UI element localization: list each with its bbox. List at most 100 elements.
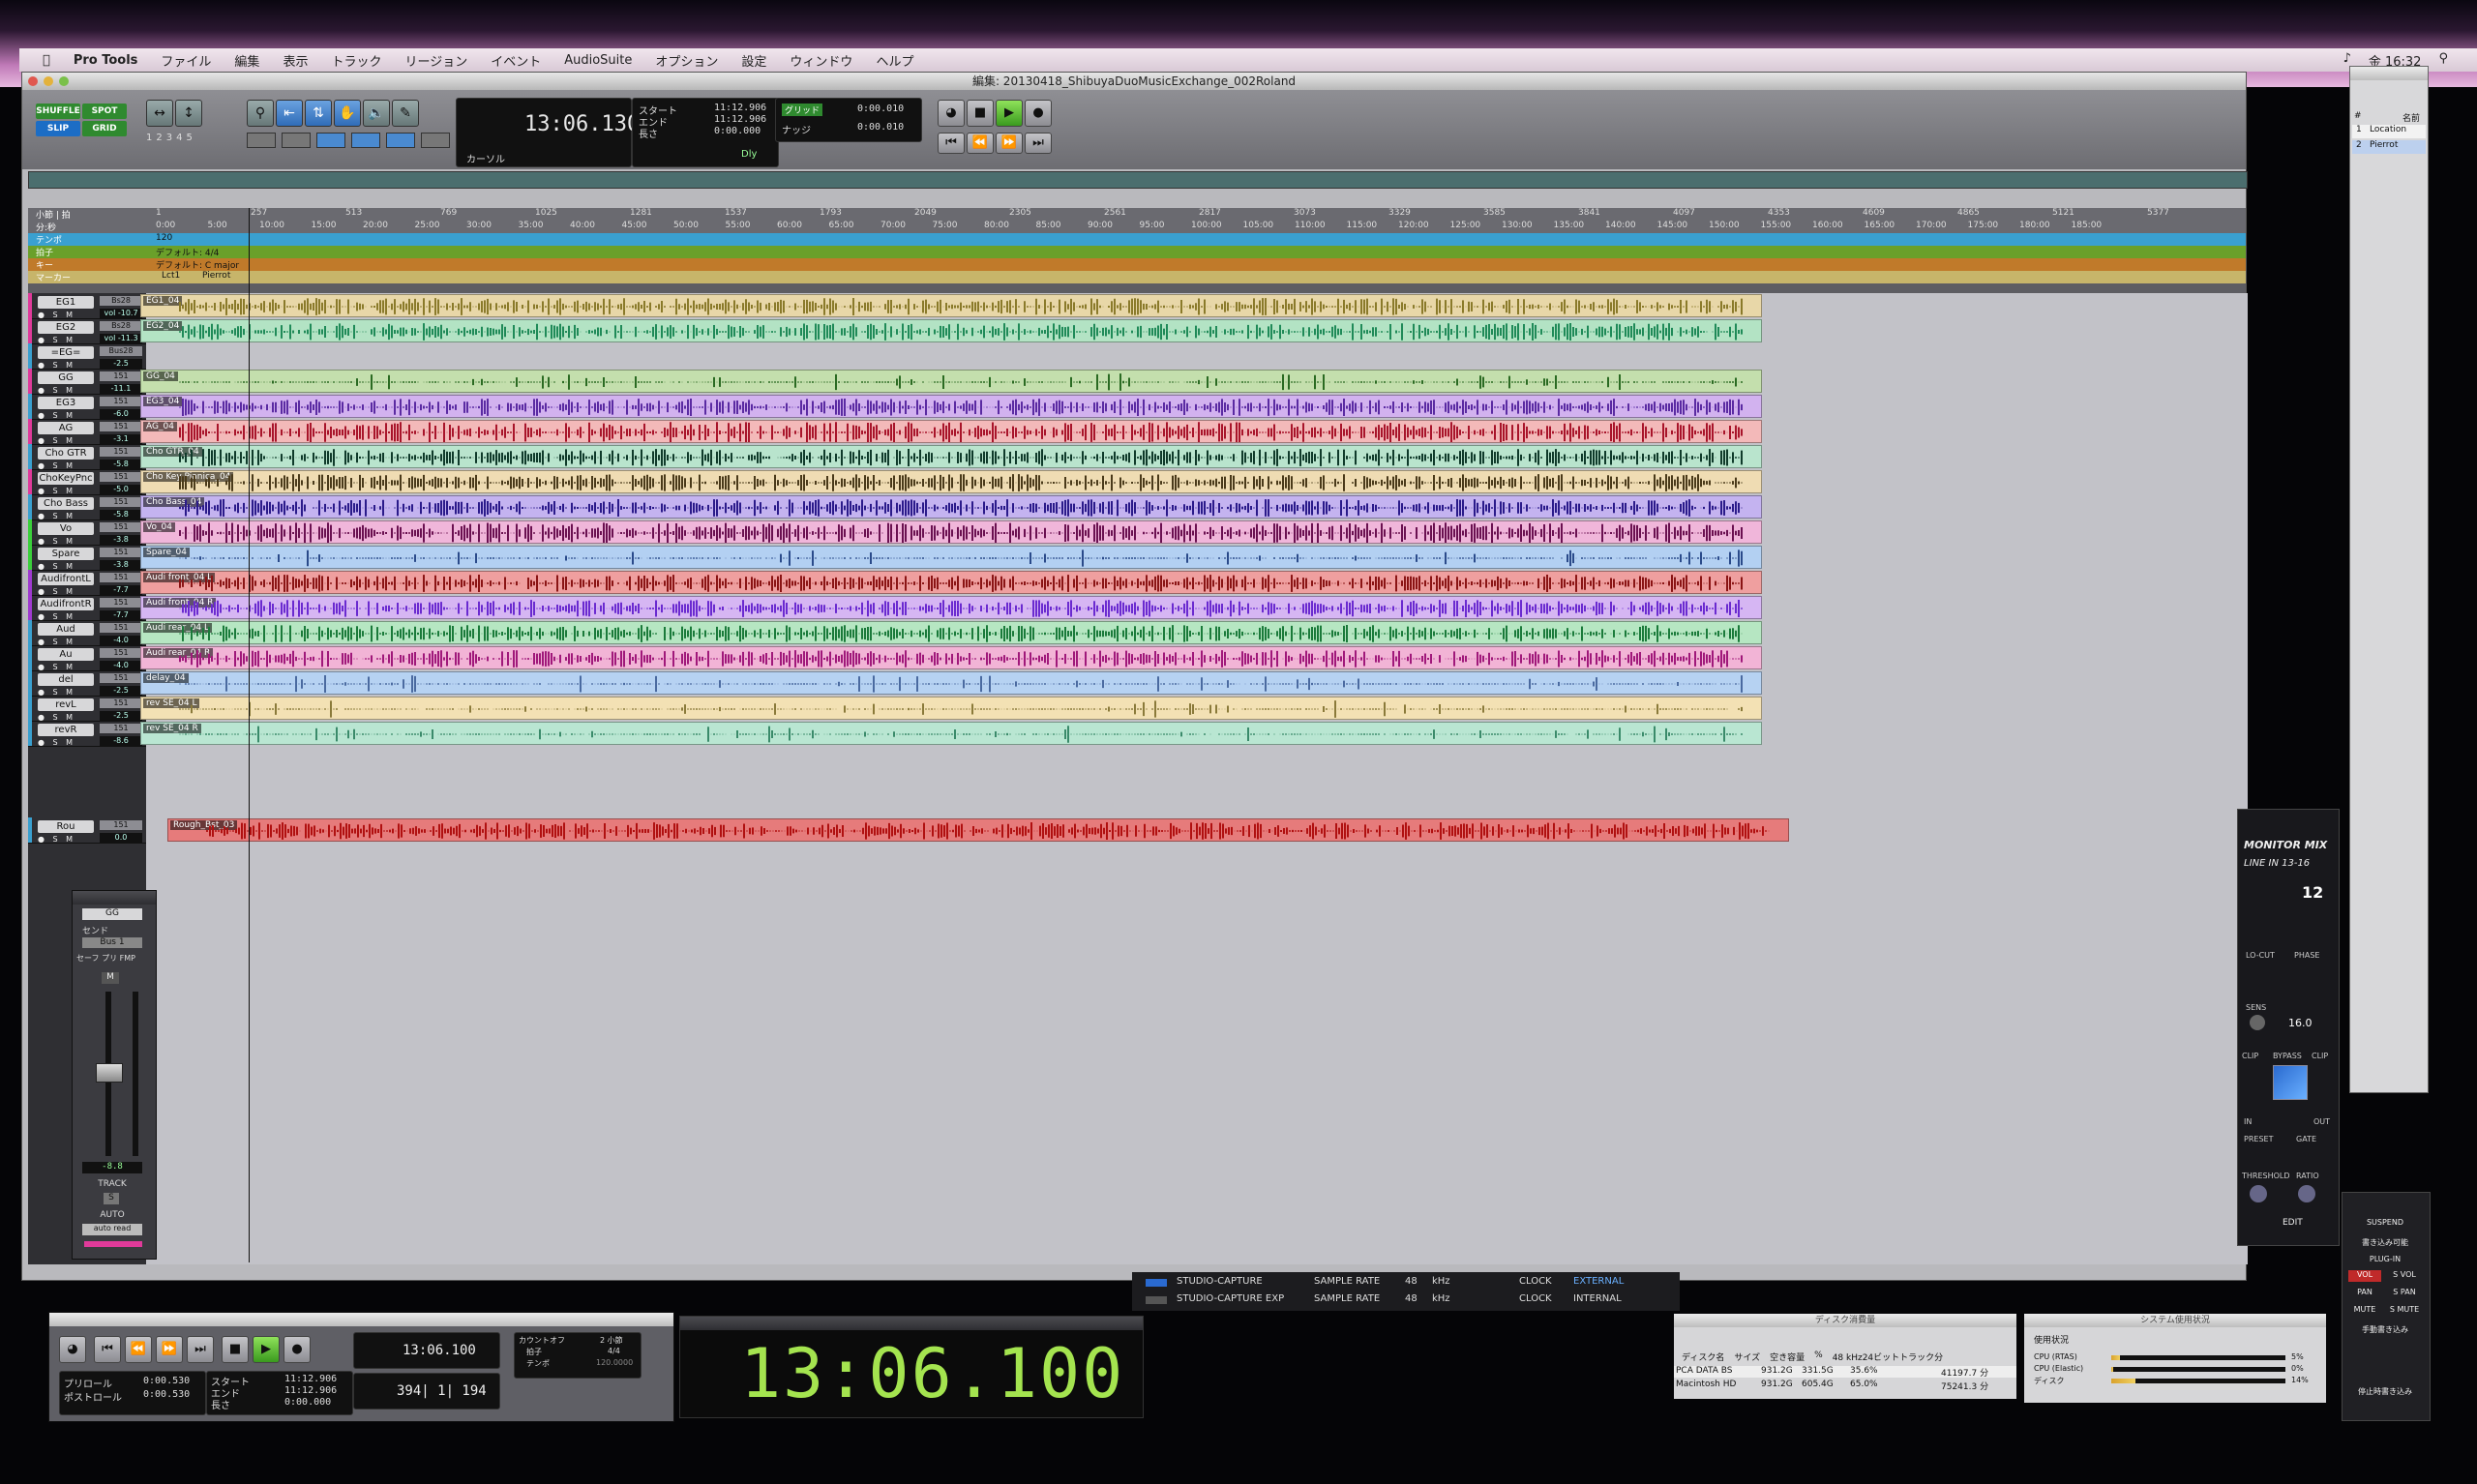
stop-write-label[interactable]: 停止時書き込み [2343, 1386, 2428, 1397]
transport-bars-box[interactable]: 394| 1| 194 [353, 1373, 500, 1410]
postroll-value[interactable]: 0:00.530 [143, 1389, 190, 1400]
audio-clip[interactable]: GG_04 [140, 370, 1762, 393]
waveform [179, 499, 1743, 517]
waveform [206, 822, 1770, 840]
transport-window: ◕ ⏮ ⏪ ⏩ ⏭ ■ ▶ ● プリロール ポストロール 0:00.530 0:… [48, 1312, 674, 1422]
suspend-button[interactable]: SUSPEND [2343, 1218, 2428, 1227]
transport-end-button[interactable]: ⏭ [187, 1336, 214, 1363]
clock-row[interactable]: STUDIO-CAPTURE SAMPLE RATE 48 kHz CLOCK … [1132, 1276, 1680, 1290]
gate-label[interactable]: GATE [2296, 1135, 2316, 1143]
sens-knob[interactable] [2250, 1015, 2265, 1030]
compressor-graph [2273, 1065, 2308, 1100]
transport-play-button[interactable]: ▶ [253, 1336, 280, 1363]
disk-row[interactable]: PCA DATA BS 931.2G 331.5G 35.6% 41197.7 … [1674, 1366, 2016, 1379]
span-button[interactable]: S PAN [2387, 1288, 2422, 1296]
strip-send-label[interactable]: センド [82, 924, 108, 936]
audio-clip[interactable]: Vo_04 [140, 520, 1762, 544]
audio-clip[interactable]: delay_04 [140, 671, 1762, 695]
audio-clip[interactable]: Cho Key Pianica_04 [140, 470, 1762, 493]
system-usage-title: システム使用状況 [2024, 1314, 2326, 1327]
audio-clip[interactable]: Audi front_04 R [140, 596, 1762, 619]
transport-end[interactable]: 11:12.906 [284, 1385, 337, 1396]
waveform [179, 373, 1743, 391]
monitor-mix-panel: MONITOR MIX LINE IN 13-16 12 LO-CUT PHAS… [2237, 809, 2340, 1246]
countoff-meter-tempo: カウントオフ 2 小節 拍子 4/4 テンポ 120.0000 [514, 1332, 642, 1379]
clock-row[interactable]: STUDIO-CAPTURE EXP SAMPLE RATE 48 kHz CL… [1132, 1293, 1680, 1307]
spotlight-icon[interactable]: ⚲ [2438, 51, 2448, 70]
audio-clip[interactable]: Cho GTR_04 [140, 445, 1762, 468]
mute-button[interactable]: MUTE [2348, 1305, 2381, 1314]
audio-clip[interactable]: Audi rear_04 L [140, 621, 1762, 644]
audio-clip[interactable]: Audi front_04 L [140, 571, 1762, 594]
manual-write-label[interactable]: 手動書き込み [2343, 1324, 2428, 1335]
menu-app-name[interactable]: Pro Tools [74, 53, 138, 68]
menu-view[interactable]: 表示 [283, 51, 308, 70]
threshold-knob[interactable] [2250, 1185, 2267, 1202]
transport-start[interactable]: 11:12.906 [284, 1374, 337, 1384]
menu-setup[interactable]: 設定 [741, 51, 766, 70]
memloc-row[interactable]: 2 Pierrot [2352, 140, 2426, 154]
preroll-value[interactable]: 0:00.530 [143, 1376, 190, 1386]
audio-clip[interactable]: rev SE_04 R [140, 722, 1762, 745]
audio-clip[interactable]: Rough_Bst_03 [167, 818, 1789, 842]
out-label: OUT [2313, 1117, 2331, 1126]
menu-window[interactable]: ウィンドウ [790, 51, 852, 70]
vol-button[interactable]: VOL [2348, 1270, 2381, 1282]
audio-clip[interactable]: EG2_04 [140, 319, 1762, 342]
big-counter-window: 13:06.100 [679, 1316, 1144, 1418]
svol-button[interactable]: S VOL [2387, 1270, 2422, 1282]
transport-record-button[interactable]: ● [284, 1336, 311, 1363]
audio-clip[interactable]: AG_04 [140, 420, 1762, 443]
menu-file[interactable]: ファイル [161, 51, 211, 70]
menu-audiosuite[interactable]: AudioSuite [564, 53, 632, 68]
in-label: IN [2244, 1117, 2253, 1126]
strip-pre-label[interactable]: セーフ プリ FMP [76, 953, 135, 964]
menu-region[interactable]: リージョン [404, 51, 467, 70]
bypass-label[interactable]: BYPASS [2273, 1052, 2302, 1060]
edit-button[interactable]: EDIT [2283, 1218, 2303, 1228]
audio-clip[interactable]: EG1_04 [140, 294, 1762, 317]
smute-button[interactable]: S MUTE [2387, 1305, 2422, 1314]
menu-help[interactable]: ヘルプ [876, 51, 913, 70]
waveform [179, 650, 1743, 668]
memloc-row[interactable]: 1 Location [2352, 125, 2426, 138]
menu-options[interactable]: オプション [655, 51, 718, 70]
audio-clip[interactable]: rev SE_04 L [140, 697, 1762, 720]
audio-clip[interactable]: Cho Bass_04 [140, 495, 1762, 519]
menu-event[interactable]: イベント [491, 51, 541, 70]
transport-rtz-button[interactable]: ⏮ [94, 1336, 121, 1363]
transport-online-button[interactable]: ◕ [59, 1336, 86, 1363]
waveform [179, 700, 1743, 718]
waveform [179, 675, 1743, 693]
transport-ff-button[interactable]: ⏩ [156, 1336, 183, 1363]
write-enable-label[interactable]: 書き込み可能 [2343, 1237, 2428, 1248]
pan-button[interactable]: PAN [2348, 1288, 2381, 1296]
transport-length[interactable]: 0:00.000 [284, 1397, 331, 1408]
line-in-label[interactable]: LINE IN 13-16 [2244, 858, 2310, 869]
volume-fader[interactable] [96, 1063, 123, 1083]
memory-locations-window: # 名前 1 Location 2 Pierrot [2349, 66, 2429, 1093]
interface-clock-panel: STUDIO-CAPTURE SAMPLE RATE 48 kHz CLOCK … [1132, 1272, 1680, 1311]
transport-rewind-button[interactable]: ⏪ [125, 1336, 152, 1363]
monitor-mix-title[interactable]: MONITOR MIX [2244, 839, 2327, 851]
transport-counter-box[interactable]: 13:06.100 [353, 1332, 500, 1369]
apple-icon[interactable]:  [43, 53, 50, 68]
audio-clip[interactable]: EG3_04 [140, 395, 1762, 418]
strip-solo-button[interactable]: S [104, 1193, 119, 1204]
transport-stop-button[interactable]: ■ [222, 1336, 249, 1363]
playhead-cursor[interactable] [249, 208, 250, 1262]
ratio-knob[interactable] [2298, 1185, 2315, 1202]
strip-name[interactable]: GG [82, 908, 142, 920]
audio-clip[interactable]: Audi rear_04 R [140, 646, 1762, 669]
preset-label[interactable]: PRESET [2244, 1135, 2273, 1143]
strip-mono-button[interactable]: M [102, 972, 119, 984]
audio-clip[interactable]: Spare_04 [140, 546, 1762, 569]
plugin-label[interactable]: PLUG-IN [2343, 1255, 2428, 1263]
disk-row[interactable]: Macintosh HD 931.2G 605.4G 65.0% 75241.3… [1674, 1380, 2016, 1392]
menu-edit[interactable]: 編集 [234, 51, 259, 70]
automation-mode-select[interactable]: auto read [82, 1224, 142, 1235]
menu-track[interactable]: トラック [331, 51, 381, 70]
strip-bus[interactable]: Bus 1 [82, 937, 142, 948]
transport-counter: 13:06.100 [403, 1343, 476, 1358]
strip-level[interactable]: -8.8 [82, 1162, 142, 1173]
